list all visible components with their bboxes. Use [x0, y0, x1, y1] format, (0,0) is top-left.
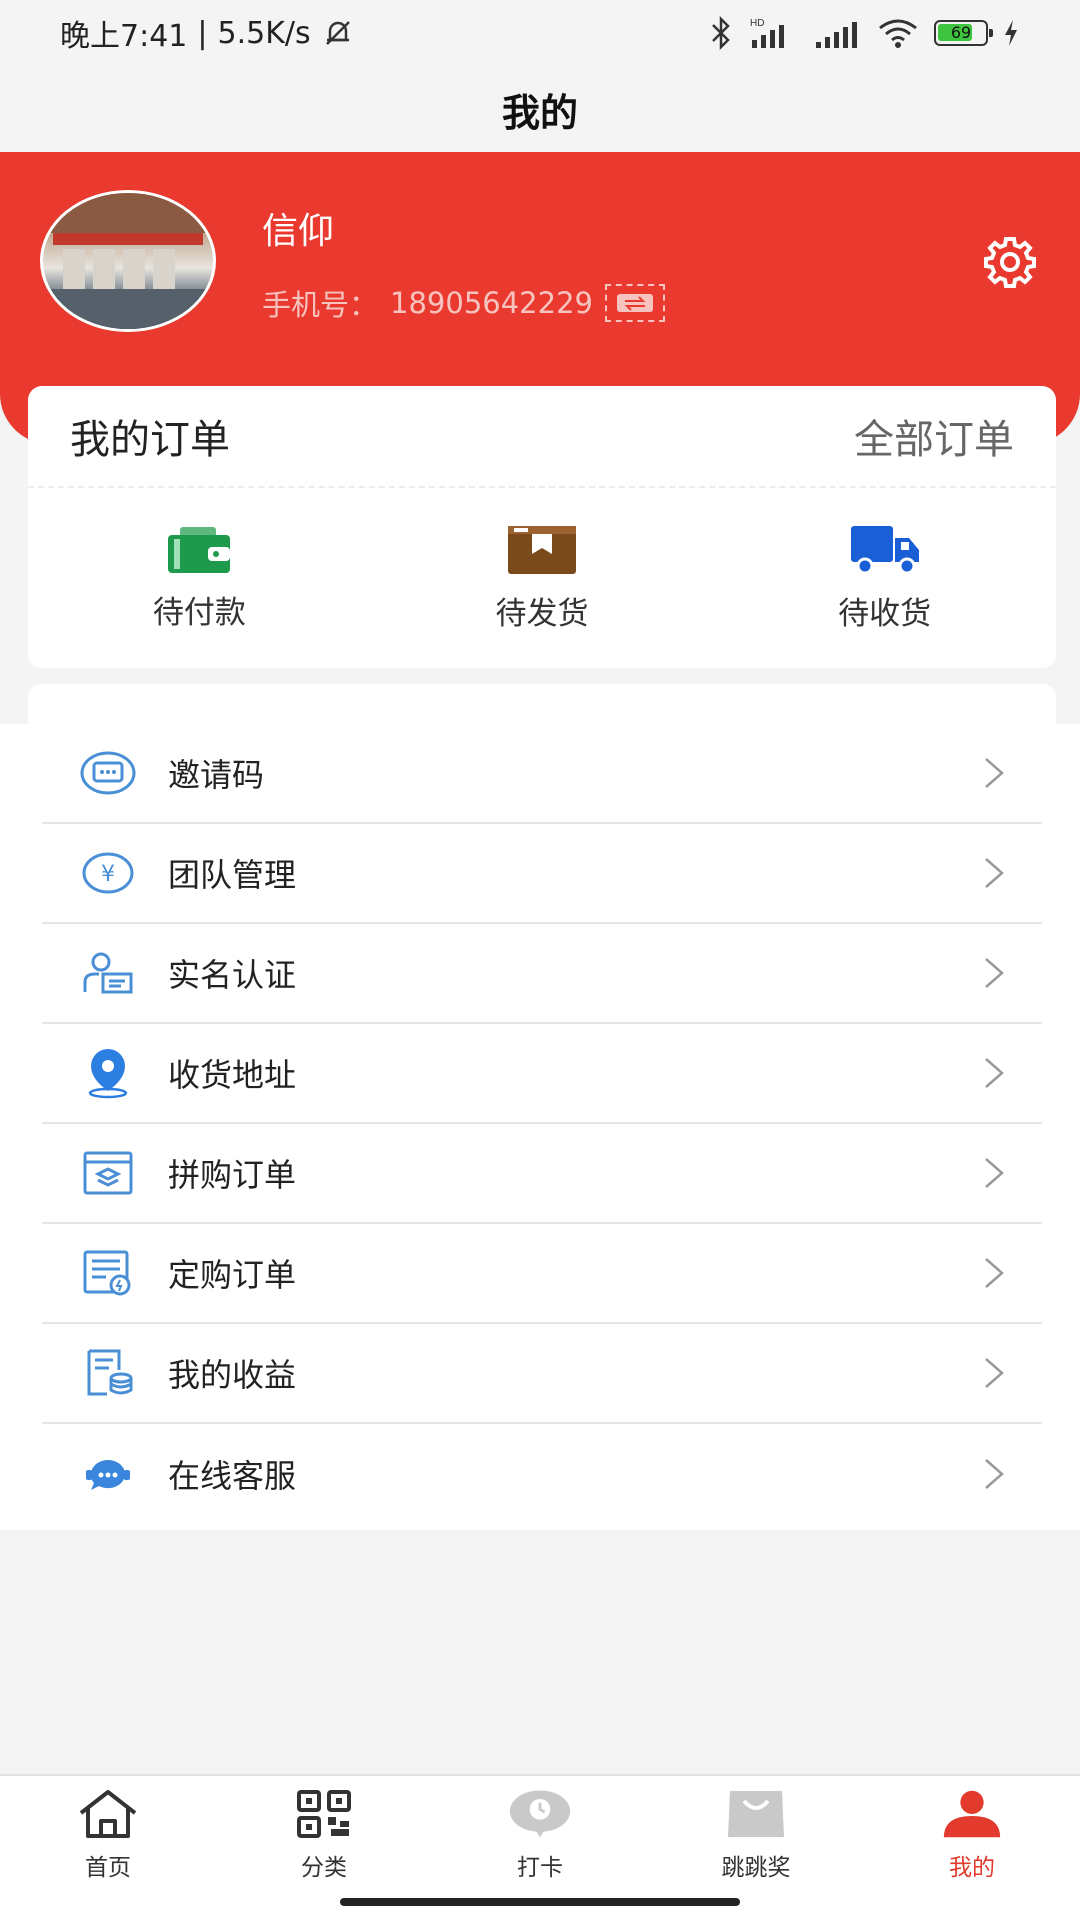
location-pin-icon	[78, 1043, 138, 1103]
title-bar: 我的	[0, 66, 1080, 152]
menu-label-online-support: 在线客服	[168, 1457, 297, 1495]
status-speed: 5.5K/s	[217, 15, 311, 51]
card-strip	[28, 684, 1056, 724]
layers-icon	[78, 1143, 138, 1203]
home-icon	[76, 1786, 140, 1842]
status-left: 晚上7:41 | 5.5K/s	[60, 11, 355, 55]
menu-label-subscription-orders: 定购订单	[168, 1256, 297, 1294]
menu-item-invite-code[interactable]: 邀请码	[42, 724, 1042, 824]
battery-level: 69	[950, 23, 972, 42]
order-label-pending-payment: 待付款	[152, 594, 246, 631]
tab-mine[interactable]: 我的	[864, 1776, 1080, 1922]
user-icon	[940, 1786, 1004, 1842]
tab-label-jump-prize: 跳跳奖	[721, 1855, 791, 1881]
settings-gear-icon[interactable]	[982, 234, 1038, 290]
phone-row: 手机号： 18905642229	[262, 282, 665, 324]
status-separator: |	[197, 15, 208, 51]
bag-icon	[724, 1786, 788, 1842]
package-icon	[508, 525, 576, 574]
status-bar: 晚上7:41 | 5.5K/s HD 69	[0, 0, 1080, 66]
order-pending-payment[interactable]: 待付款	[28, 488, 371, 668]
switch-account-icon[interactable]	[604, 284, 665, 322]
order-pending-shipment[interactable]: 待发货	[371, 488, 714, 668]
status-time: 晚上7:41	[60, 19, 188, 54]
wifi-icon	[879, 19, 917, 48]
menu-label-invite-code: 邀请码	[168, 756, 265, 794]
tab-home[interactable]: 首页	[0, 1776, 216, 1922]
signal-icon	[816, 22, 857, 48]
chevron-right-icon	[985, 758, 1004, 788]
menu-item-team-management[interactable]: ¥ 团队管理	[42, 824, 1042, 924]
qr-code-icon	[292, 1786, 356, 1842]
svg-text:¥: ¥	[101, 862, 115, 887]
svg-text:HD: HD	[750, 18, 764, 29]
orders-card: 我的订单 全部订单 待付款 待发货 待收货	[28, 386, 1056, 668]
phone-number: 18905642229	[390, 286, 593, 320]
all-orders-link[interactable]: 全部订单	[854, 407, 1014, 465]
clock-pin-icon	[508, 1786, 572, 1842]
orders-status-row: 待付款 待发货 待收货	[28, 488, 1056, 668]
menu-item-group-buy-orders[interactable]: 拼购订单	[42, 1124, 1042, 1224]
menu-label-team-management: 团队管理	[168, 856, 297, 894]
menu-item-shipping-address[interactable]: 收货地址	[42, 1024, 1042, 1124]
tab-label-mine: 我的	[949, 1855, 995, 1881]
menu-item-subscription-orders[interactable]: 定购订单	[42, 1224, 1042, 1324]
chat-bubble-icon	[78, 1444, 138, 1504]
id-card-icon	[78, 943, 138, 1003]
status-right: HD 69	[708, 16, 1020, 50]
menu-label-real-name-verification: 实名认证	[168, 956, 297, 994]
menu-item-real-name-verification[interactable]: 实名认证	[42, 924, 1042, 1024]
orders-header: 我的订单 全部订单	[28, 386, 1056, 488]
tab-label-check-in: 打卡	[517, 1855, 563, 1881]
yen-icon: ¥	[78, 843, 138, 903]
orders-title: 我的订单	[70, 417, 230, 463]
chevron-right-icon	[985, 1258, 1004, 1288]
order-pending-receipt[interactable]: 待收货	[713, 488, 1056, 668]
avatar[interactable]	[40, 190, 216, 332]
order-label-pending-receipt: 待收货	[838, 595, 932, 632]
chevron-right-icon	[985, 1058, 1004, 1088]
avatar-photo	[43, 193, 213, 329]
message-icon	[78, 743, 138, 803]
battery-icon: 69	[934, 20, 993, 46]
chevron-right-icon	[985, 958, 1004, 988]
menu-item-my-earnings[interactable]: 我的收益	[42, 1324, 1042, 1424]
phone-label: 手机号：	[262, 288, 379, 322]
page-title: 我的	[501, 90, 578, 135]
menu-label-my-earnings: 我的收益	[168, 1356, 297, 1394]
truck-icon	[850, 525, 919, 574]
menu-item-online-support[interactable]: 在线客服	[42, 1424, 1042, 1524]
order-label-pending-shipment: 待发货	[495, 595, 589, 632]
document-icon	[78, 1243, 138, 1303]
menu-list: 邀请码 ¥ 团队管理 实名认证 收货地址 拼购订单 定购订单 我的收益 在线客服	[0, 724, 1080, 1530]
tab-label-home: 首页	[85, 1855, 131, 1881]
bluetooth-icon	[712, 16, 730, 50]
home-indicator[interactable]	[340, 1898, 740, 1906]
hd-signal-icon: HD	[750, 18, 784, 48]
charging-icon	[1005, 20, 1017, 46]
menu-label-group-buy-orders: 拼购订单	[168, 1156, 297, 1194]
chevron-right-icon	[985, 858, 1004, 888]
tab-label-category: 分类	[301, 1855, 347, 1881]
mute-bell-icon	[325, 21, 350, 45]
wallet-icon	[168, 526, 231, 573]
user-name: 信仰	[262, 211, 335, 252]
menu-label-shipping-address: 收货地址	[168, 1056, 297, 1094]
chevron-right-icon	[985, 1459, 1004, 1489]
chevron-right-icon	[985, 1158, 1004, 1188]
chevron-right-icon	[985, 1358, 1004, 1388]
earnings-icon	[78, 1343, 138, 1403]
